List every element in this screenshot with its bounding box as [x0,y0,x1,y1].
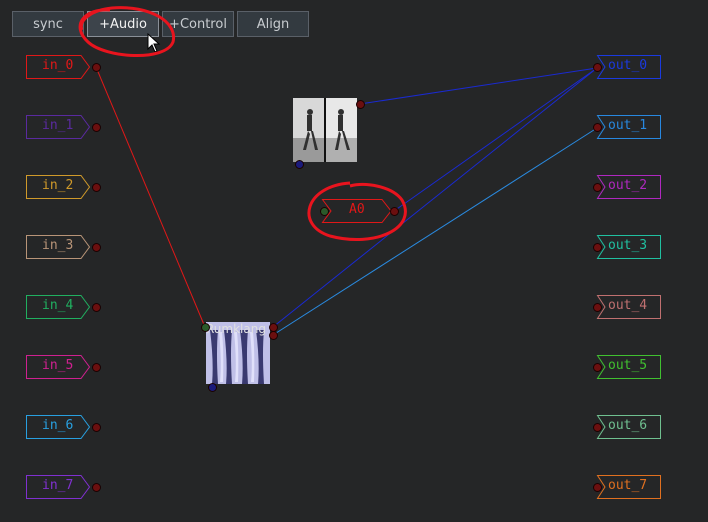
input-port-5[interactable]: in_5 [26,355,91,379]
output-port-label: out_7 [608,478,648,493]
output-port-label: out_0 [608,58,648,73]
input-port-3[interactable]: in_3 [26,235,91,259]
output-port-dot-7[interactable] [593,483,602,492]
output-port-dot-4[interactable] [593,303,602,312]
wire-a0-out0 [393,67,598,212]
output-port-2[interactable]: out_2 [596,175,661,199]
output-port-dot-5[interactable] [593,363,602,372]
input-port-dot-3[interactable] [92,243,101,252]
output-port-3[interactable]: out_3 [596,235,661,259]
input-port-6[interactable]: in_6 [26,415,91,439]
input-port-label: in_5 [42,358,74,373]
input-port-label: in_0 [42,58,74,73]
output-port-4[interactable]: out_4 [596,295,661,319]
sync-button[interactable]: sync [12,11,84,37]
input-port-dot-7[interactable] [92,483,101,492]
input-port-dot-6[interactable] [92,423,101,432]
align-button[interactable]: Align [237,11,309,37]
a0-input-dot[interactable] [320,207,329,216]
input-port-label: in_6 [42,418,74,433]
output-port-7[interactable]: out_7 [596,475,661,499]
output-port-1[interactable]: out_1 [596,115,661,139]
rumklang-bottom-dot[interactable] [208,383,217,392]
output-port-label: out_5 [608,358,648,373]
a0-node-label: A0 [349,202,365,217]
rumklang-input-dot[interactable] [201,323,210,332]
wire-image-out0 [359,67,598,105]
image-node-walking-figures[interactable] [293,98,357,162]
walking-figures-thumbnail [293,98,357,162]
output-port-dot-1[interactable] [593,123,602,132]
output-port-label: out_3 [608,238,648,253]
input-port-0[interactable]: in_0 [26,55,91,79]
input-port-dot-5[interactable] [92,363,101,372]
rumklang-label: Rumklang [206,322,266,336]
input-port-label: in_2 [42,178,74,193]
input-port-4[interactable]: in_4 [26,295,91,319]
output-port-label: out_4 [608,298,648,313]
output-port-6[interactable]: out_6 [596,415,661,439]
output-port-label: out_2 [608,178,648,193]
input-port-label: in_1 [42,118,74,133]
add-audio-button[interactable]: +Audio [87,11,159,37]
output-port-dot-2[interactable] [593,183,602,192]
output-port-label: out_1 [608,118,648,133]
image-node-bottom-dot[interactable] [295,160,304,169]
a0-output-dot[interactable] [390,207,399,216]
output-port-dot-0[interactable] [593,63,602,72]
input-port-dot-1[interactable] [92,123,101,132]
input-port-7[interactable]: in_7 [26,475,91,499]
output-port-dot-3[interactable] [593,243,602,252]
wire-in0-rumklang [95,66,206,328]
add-control-button[interactable]: +Control [162,11,234,37]
input-port-label: in_4 [42,298,74,313]
output-port-0[interactable]: out_0 [596,55,661,79]
rumklang-output-dot-2[interactable] [269,331,278,340]
input-port-dot-4[interactable] [92,303,101,312]
input-port-1[interactable]: in_1 [26,115,91,139]
image-node-output-dot[interactable] [356,100,365,109]
output-port-dot-6[interactable] [593,423,602,432]
a0-node[interactable]: A0 [321,199,392,223]
rumklang-node[interactable]: Rumklang [206,322,270,384]
input-port-label: in_3 [42,238,74,253]
input-port-2[interactable]: in_2 [26,175,91,199]
output-port-label: out_6 [608,418,648,433]
input-port-dot-2[interactable] [92,183,101,192]
input-port-dot-0[interactable] [92,63,101,72]
input-port-label: in_7 [42,478,74,493]
output-port-5[interactable]: out_5 [596,355,661,379]
